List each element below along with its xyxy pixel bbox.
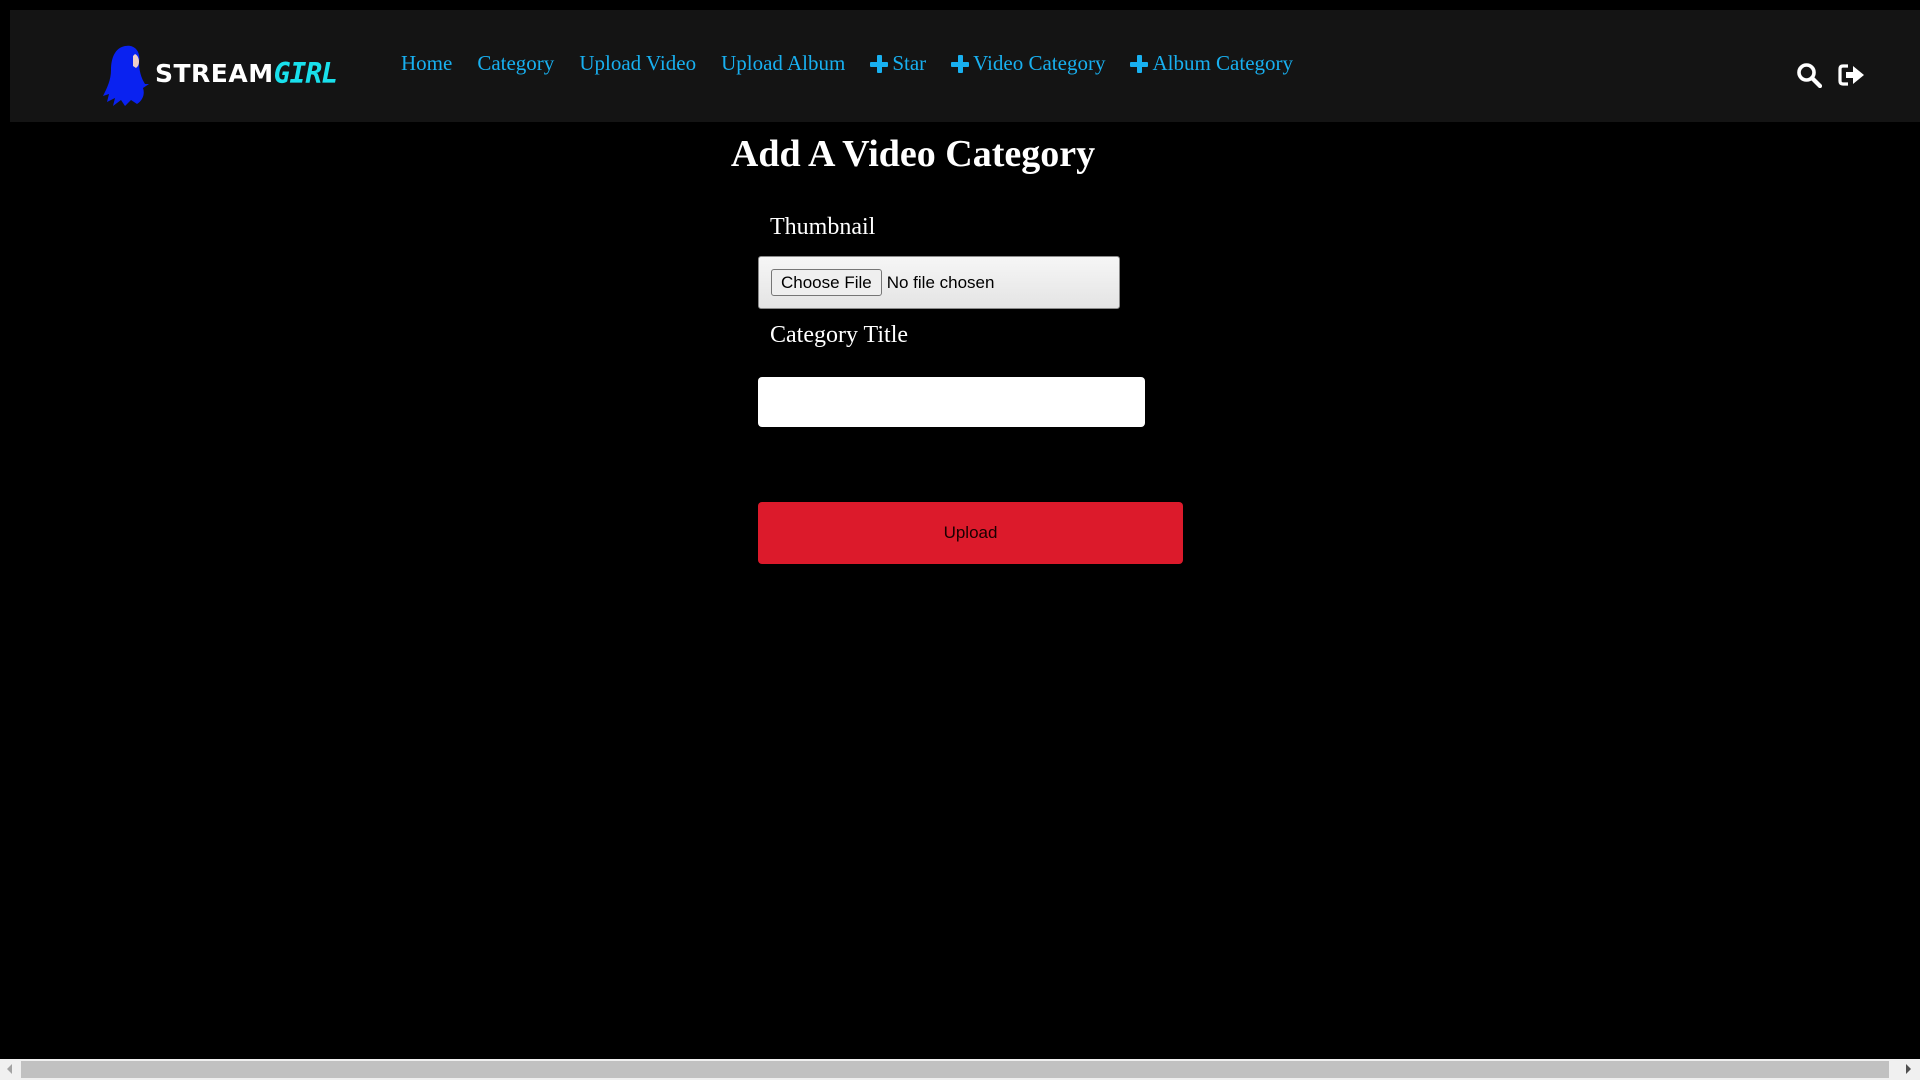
category-title-label: Category Title — [770, 322, 909, 348]
category-title-input[interactable] — [758, 377, 1145, 427]
nav-label: Video Category — [973, 51, 1106, 75]
nav-label: Album Category — [1152, 51, 1294, 75]
nav-add-album-category[interactable]: Album Category — [1130, 51, 1293, 76]
plus-icon — [1130, 54, 1149, 73]
logo-text-main: STREAM — [155, 58, 274, 88]
logo-text-accent: GIRL — [273, 56, 338, 90]
scroll-left-arrow-icon[interactable] — [7, 1064, 12, 1074]
nav-home[interactable]: Home — [401, 51, 452, 76]
page-title: Add A Video Category — [730, 133, 1096, 175]
girl-silhouette-icon — [103, 45, 149, 106]
nav-label: Home — [401, 51, 453, 75]
top-navbar: STREAM GIRL Home Category Upload Video Up… — [10, 10, 1920, 122]
nav-add-star[interactable]: Star — [870, 51, 926, 76]
nav-label: Upload Album — [721, 51, 846, 75]
scroll-right-arrow-icon[interactable] — [1906, 1064, 1911, 1074]
scrollbar-thumb[interactable] — [21, 1061, 1889, 1078]
nav-add-video-category[interactable]: Video Category — [951, 51, 1105, 76]
nav-label: Upload Video — [579, 51, 697, 75]
horizontal-scrollbar[interactable] — [0, 1059, 1920, 1080]
nav-upload-video[interactable]: Upload Video — [579, 51, 696, 76]
upload-button[interactable]: Upload — [758, 502, 1183, 564]
thumbnail-file-input[interactable]: Choose File No file chosen — [758, 256, 1120, 309]
nav-category[interactable]: Category — [477, 51, 554, 76]
nav-label: Category — [477, 51, 555, 75]
sign-out-icon[interactable] — [1838, 63, 1866, 87]
choose-file-button[interactable]: Choose File — [771, 269, 882, 296]
header-actions — [1796, 62, 1882, 88]
thumbnail-label: Thumbnail — [770, 214, 876, 240]
site-logo[interactable]: STREAM GIRL — [103, 44, 338, 106]
plus-icon — [951, 54, 970, 73]
search-icon[interactable] — [1796, 62, 1822, 88]
nav-upload-album[interactable]: Upload Album — [721, 51, 845, 76]
main-nav: Home Category Upload Video Upload Album … — [401, 51, 1318, 76]
logo-text: STREAM GIRL — [155, 56, 338, 90]
plus-icon — [870, 54, 889, 73]
file-status-text: No file chosen — [886, 272, 995, 292]
nav-label: Star — [892, 51, 927, 75]
